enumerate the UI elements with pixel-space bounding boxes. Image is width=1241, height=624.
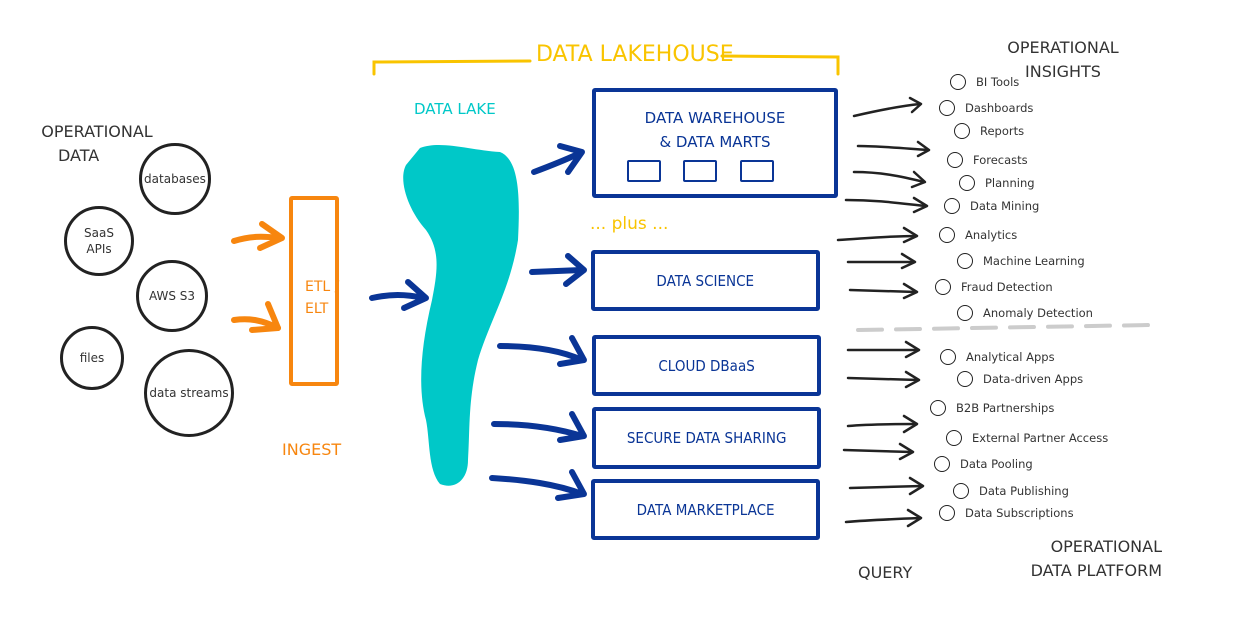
divider-dashed-line (856, 323, 1152, 332)
circle-icon (944, 198, 960, 214)
platform-output-item: External Partner Access (946, 430, 1108, 446)
operational-insights-title: OPERATIONAL INSIGHTS (1007, 38, 1119, 81)
insight-item: Planning (959, 175, 1035, 191)
platform-data-marketplace: DATA MARKETPLACE (591, 479, 820, 540)
lakehouse-title: DATA LAKEHOUSE (536, 42, 734, 67)
insight-item: Reports (954, 123, 1024, 139)
circle-icon (950, 74, 966, 90)
circle-icon (957, 305, 973, 321)
insight-item: Anomaly Detection (957, 305, 1093, 321)
source-aws-s3: AWS S3 (136, 260, 208, 332)
operational-data-platform-title: OPERATIONAL DATA PLATFORM (1030, 537, 1162, 580)
platform-output-item: Data-driven Apps (957, 371, 1083, 387)
circle-icon (946, 430, 962, 446)
ingest-label: INGEST (282, 440, 342, 459)
circle-icon (939, 100, 955, 116)
lake-to-marketplace-arrow (489, 475, 585, 497)
source-files: files (60, 326, 124, 390)
lake-to-science-arrow (529, 267, 585, 275)
source-saas-apis: SaaS APIs (64, 206, 134, 276)
circle-icon (957, 253, 973, 269)
circle-icon (934, 456, 950, 472)
circle-icon (959, 175, 975, 191)
data-mart-2 (683, 160, 717, 182)
platform-output-item: Data Pooling (934, 456, 1033, 472)
insight-item: BI Tools (950, 74, 1019, 90)
circle-icon (939, 227, 955, 243)
insight-item: Machine Learning (957, 253, 1085, 269)
circle-icon (947, 152, 963, 168)
insight-item: Dashboards (939, 100, 1033, 116)
etl-label: ETL / ELT (305, 279, 340, 317)
circle-icon (935, 279, 951, 295)
platform-secure-data-sharing: SECURE DATA SHARING (592, 407, 821, 469)
data-lake-label: DATA LAKE (414, 100, 496, 118)
circle-icon (939, 505, 955, 521)
ingest-arrow-2-head (249, 301, 281, 333)
circle-icon (954, 123, 970, 139)
insight-item: Fraud Detection (935, 279, 1053, 295)
data-lake-shape (403, 144, 519, 486)
platform-output-item: Data Publishing (953, 483, 1069, 499)
data-mart-1 (627, 160, 661, 182)
source-databases: databases (139, 143, 211, 215)
circle-icon (957, 371, 973, 387)
query-arrows (836, 96, 931, 528)
circle-icon (940, 349, 956, 365)
insight-item: Data Mining (944, 198, 1039, 214)
data-mart-3 (740, 160, 774, 182)
platform-data-science: DATA SCIENCE (591, 250, 820, 311)
ingest-arrows (231, 221, 285, 333)
platform-output-item: Data Subscriptions (939, 505, 1074, 521)
platform-output-item: Analytical Apps (940, 349, 1055, 365)
platform-output-item: B2B Partnerships (930, 400, 1054, 416)
query-label: QUERY (858, 563, 913, 582)
operational-data-title: OPERATIONAL DATA (41, 122, 153, 165)
etl-to-lake-arrow (369, 292, 427, 301)
lake-to-sharing-arrow (491, 421, 585, 439)
circle-icon (953, 483, 969, 499)
plus-label: ... plus ... (590, 214, 669, 234)
circle-icon (930, 400, 946, 416)
source-data-streams: data streams (144, 349, 234, 437)
lake-to-dbaas-arrow (497, 343, 585, 363)
platform-cloud-dbaas: CLOUD DBaaS (592, 335, 821, 396)
insight-item: Analytics (939, 227, 1017, 243)
insight-item: Forecasts (947, 152, 1028, 168)
